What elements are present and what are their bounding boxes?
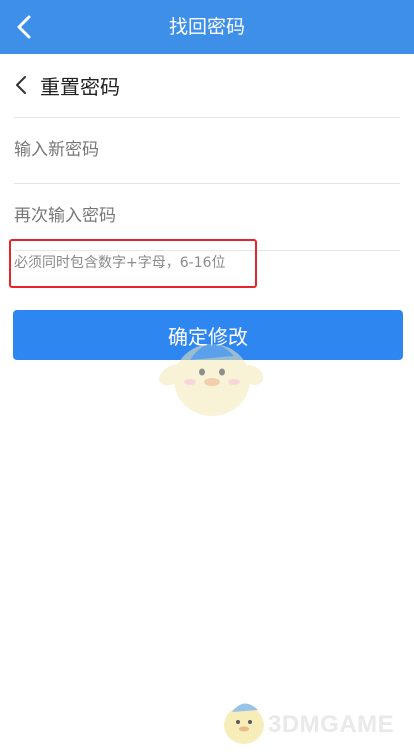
page-title: 找回密码 — [168, 16, 245, 38]
divider — [14, 183, 400, 184]
section-back-button[interactable] — [14, 74, 36, 96]
top-bar: 找回密码 — [0, 0, 414, 54]
password-hint: 必须同时包含数字+字母，6-16位 — [14, 255, 226, 271]
watermark-text: 3DMGAME — [268, 711, 395, 738]
new-password-input[interactable] — [14, 130, 400, 170]
section-header: 重置密码 — [14, 66, 120, 104]
confirm-password-input[interactable] — [14, 196, 400, 236]
mascot-watermark-icon — [159, 343, 264, 416]
chevron-left-icon — [16, 76, 26, 94]
divider — [14, 117, 400, 118]
section-title: 重置密码 — [40, 74, 120, 99]
